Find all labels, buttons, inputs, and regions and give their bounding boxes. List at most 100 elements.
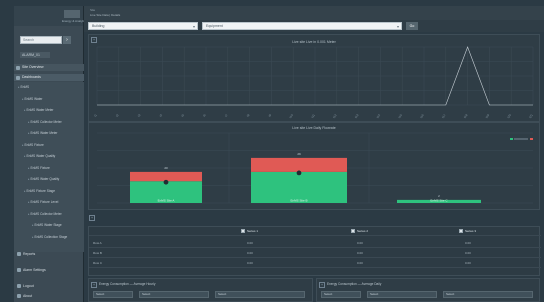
column-checkbox[interactable] bbox=[459, 229, 463, 233]
tree-item[interactable]: EnMS Water Stage bbox=[32, 223, 62, 227]
sidebar-item-label: Reports bbox=[23, 252, 36, 256]
column-checkbox[interactable] bbox=[241, 229, 245, 233]
filter-bar: Building ▾ Equipment ▾ Go bbox=[84, 20, 544, 32]
company-logo bbox=[64, 10, 80, 18]
table-cell: 0.00 bbox=[357, 261, 363, 265]
go-button[interactable]: Go bbox=[406, 22, 418, 30]
building-select[interactable]: Building ▾ bbox=[88, 22, 198, 30]
tree-item[interactable]: EnMS Collector Meter bbox=[28, 120, 62, 124]
table-cell: 0.00 bbox=[247, 251, 253, 255]
sidebar-search-input[interactable]: Search bbox=[20, 36, 62, 44]
expand-icon[interactable]: + bbox=[319, 282, 325, 288]
sidebar-item-label: Site Overview bbox=[22, 65, 44, 69]
table-header-row: Series 1 Series 2 Series 3 bbox=[89, 227, 541, 236]
table-cell: Row B bbox=[93, 251, 102, 255]
table-row: Row C 0.00 0.00 0.00 bbox=[89, 259, 541, 268]
x-tick-label: t17 bbox=[441, 113, 447, 119]
x-tick-label: t12 bbox=[332, 113, 338, 119]
data-label: 2 bbox=[438, 194, 440, 198]
logo-subtitle: Energy & Analytics bbox=[62, 19, 88, 23]
building-select-value: Building bbox=[92, 24, 105, 28]
sidebar-item-alarm-settings[interactable]: Alarm Settings bbox=[14, 266, 84, 274]
category-label: EnMS Site A bbox=[158, 199, 175, 203]
x-tick-label: t21 bbox=[528, 113, 534, 119]
table-cell: 0.00 bbox=[247, 241, 253, 245]
bottom-left-panel: + Energy Consumption — Average Hourly Se… bbox=[88, 278, 313, 302]
legend-green-swatch bbox=[510, 138, 513, 140]
collapse-table-icon[interactable]: + bbox=[89, 215, 95, 221]
category-label: EnMS Site B bbox=[290, 199, 307, 203]
data-table: Series 1 Series 2 Series 3 Row A 0.00 0.00 0.0… bbox=[88, 226, 541, 276]
x-tick-label: t18 bbox=[463, 113, 469, 119]
table-cell: 0.00 bbox=[465, 241, 471, 245]
dashboard-tree: EnMS EnMS Water EnMS Water Meter EnMS Colle… bbox=[14, 82, 84, 252]
equipment-select[interactable]: Equipment ▾ bbox=[202, 22, 402, 30]
bottom-left-select-1[interactable]: Select bbox=[93, 291, 133, 298]
bottom-left-title: Energy Consumption — Average Hourly bbox=[99, 282, 156, 286]
breadcrumb[interactable]: Site bbox=[90, 8, 95, 12]
report-icon bbox=[17, 252, 21, 256]
logout-icon bbox=[17, 284, 21, 288]
tree-item[interactable]: EnMS Water Quality bbox=[28, 177, 60, 181]
data-label: 29 bbox=[297, 152, 301, 156]
x-tick-label: t10 bbox=[288, 113, 294, 119]
table-row: Row B 0.00 0.00 0.00 bbox=[89, 249, 541, 258]
data-label: 20 bbox=[164, 166, 168, 170]
x-tick-label: t3 bbox=[137, 113, 142, 118]
sidebar-item-label: Alarm Settings bbox=[23, 268, 46, 272]
tree-item[interactable]: EnMS Fixture Stage bbox=[24, 189, 56, 193]
x-tick-label: t16 bbox=[419, 113, 425, 119]
sidebar-item-reports[interactable]: Reports bbox=[14, 250, 84, 258]
tree-item[interactable]: EnMS Collector Meter bbox=[28, 212, 62, 216]
info-icon bbox=[17, 294, 21, 298]
x-tick-label: t7 bbox=[224, 113, 229, 118]
sidebar-search-button[interactable]: › bbox=[63, 36, 71, 44]
sidebar-item-label: Logout bbox=[23, 284, 34, 288]
app-window: Energy & Analytics Search › ALARM_01 Sit… bbox=[0, 0, 544, 302]
x-tick-label: t1 bbox=[93, 113, 98, 118]
sidebar-item-dashboards[interactable]: Dashboards bbox=[14, 74, 84, 81]
x-tick-label: t8 bbox=[246, 113, 251, 118]
bottom-right-panel: + Energy Consumption — Average Daily Sel… bbox=[316, 278, 540, 302]
bottom-right-select-1[interactable]: Select bbox=[321, 291, 361, 298]
column-header: Series 1 bbox=[247, 229, 259, 233]
table-cell: 0.00 bbox=[465, 251, 471, 255]
tree-item[interactable]: EnMS Fixture bbox=[28, 166, 50, 170]
sidebar: Energy & Analytics Search › ALARM_01 Sit… bbox=[14, 6, 88, 302]
x-tick-label: t13 bbox=[354, 113, 360, 119]
table-cell: Row C bbox=[93, 261, 103, 265]
expand-icon[interactable]: + bbox=[91, 282, 97, 288]
line-chart-panel: + Live site Live in 0.001 Meter t1 t2 t3 t4… bbox=[88, 34, 540, 122]
x-tick-label: t4 bbox=[158, 113, 163, 118]
sidebar-item-site-overview[interactable]: Site Overview bbox=[14, 64, 84, 71]
sidebar-item-about[interactable]: About bbox=[14, 292, 84, 300]
table-cell: 0.00 bbox=[357, 241, 363, 245]
bottom-left-select-2[interactable]: Select bbox=[139, 291, 209, 298]
column-header: Series 2 bbox=[357, 229, 369, 233]
tree-item[interactable]: EnMS Water Quality bbox=[24, 154, 56, 158]
top-header: Site Live Site Data | Details bbox=[84, 6, 544, 20]
bar-segment-red bbox=[251, 157, 347, 172]
bottom-right-title: Energy Consumption — Average Daily bbox=[327, 282, 382, 286]
tree-item[interactable]: EnMS Water Meter bbox=[24, 108, 54, 112]
sidebar-item-logout[interactable]: Logout bbox=[14, 282, 84, 290]
tree-item[interactable]: EnMS Fixture bbox=[22, 143, 44, 147]
bottom-right-select-3[interactable]: Select bbox=[443, 291, 533, 298]
bell-icon bbox=[17, 268, 21, 272]
folder-icon bbox=[16, 75, 20, 80]
tree-item[interactable]: EnMS bbox=[18, 85, 30, 89]
equipment-select-value: Equipment bbox=[206, 24, 223, 28]
bottom-right-select-2[interactable]: Select bbox=[367, 291, 437, 298]
bar-chart: 20 EnMS Site A 29 EnMS Site B 2EnMS Site C bbox=[97, 132, 533, 204]
tree-item[interactable]: EnMS Water bbox=[22, 97, 43, 101]
tree-item[interactable]: EnMS Fixture Level bbox=[28, 200, 59, 204]
x-tick-label: t2 bbox=[115, 113, 120, 118]
sidebar-item-label: About bbox=[23, 294, 33, 298]
tree-item[interactable]: EnMS Collection Stage bbox=[32, 235, 68, 239]
tree-item[interactable]: EnMS Water Meter bbox=[28, 131, 58, 135]
column-checkbox[interactable] bbox=[351, 229, 355, 233]
x-tick-label: t14 bbox=[376, 113, 382, 119]
user-selector[interactable]: ALARM_01 bbox=[20, 52, 50, 58]
bottom-left-select-3[interactable]: Select bbox=[215, 291, 305, 298]
x-tick-label: t19 bbox=[485, 113, 491, 119]
